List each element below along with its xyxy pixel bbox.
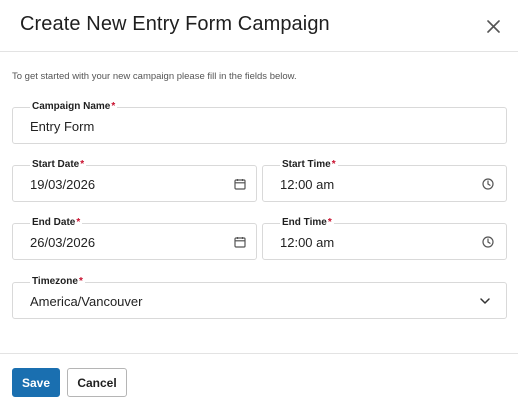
end-time-field[interactable]: End Time* 12:00 am	[262, 217, 507, 260]
start-time-field[interactable]: Start Time* 12:00 am	[262, 159, 507, 202]
dialog-title: Create New Entry Form Campaign	[20, 13, 330, 35]
campaign-name-value: Entry Form	[30, 119, 95, 134]
required-marker: *	[111, 101, 116, 112]
timezone-label: Timezone*	[30, 276, 85, 288]
start-time-value: 12:00 am	[280, 177, 335, 192]
timezone-select[interactable]: Timezone* America/Vancouver	[12, 276, 507, 319]
close-icon	[486, 19, 500, 33]
start-date-field[interactable]: Start Date* 19/03/2026	[12, 159, 257, 202]
clock-icon[interactable]	[481, 235, 495, 249]
timezone-value: America/Vancouver	[30, 294, 143, 309]
end-time-value: 12:00 am	[280, 235, 335, 250]
clock-icon[interactable]	[481, 177, 495, 191]
close-button[interactable]	[480, 13, 506, 39]
save-button[interactable]: Save	[12, 368, 60, 397]
campaign-name-field[interactable]: Campaign Name* Entry Form	[12, 101, 507, 144]
intro-text: To get started with your new campaign pl…	[12, 71, 297, 82]
required-marker: *	[331, 159, 336, 170]
chevron-down-icon[interactable]	[478, 294, 492, 308]
required-marker: *	[80, 159, 85, 170]
end-date-value: 26/03/2026	[30, 235, 96, 250]
dialog-footer: Save Cancel	[0, 353, 518, 408]
calendar-icon[interactable]	[233, 235, 247, 249]
end-time-label: End Time*	[280, 217, 334, 229]
start-time-label: Start Time*	[280, 159, 338, 171]
cancel-button[interactable]: Cancel	[67, 368, 127, 397]
end-date-label: End Date*	[30, 217, 83, 229]
start-date-label: Start Date*	[30, 159, 87, 171]
required-marker: *	[78, 276, 83, 287]
required-marker: *	[327, 217, 332, 228]
dialog-header: Create New Entry Form Campaign	[0, 0, 518, 52]
create-campaign-dialog: Create New Entry Form Campaign To get st…	[0, 0, 518, 408]
required-marker: *	[76, 217, 81, 228]
campaign-name-label: Campaign Name*	[30, 101, 118, 113]
start-date-value: 19/03/2026	[30, 177, 96, 192]
end-date-field[interactable]: End Date* 26/03/2026	[12, 217, 257, 260]
calendar-icon[interactable]	[233, 177, 247, 191]
